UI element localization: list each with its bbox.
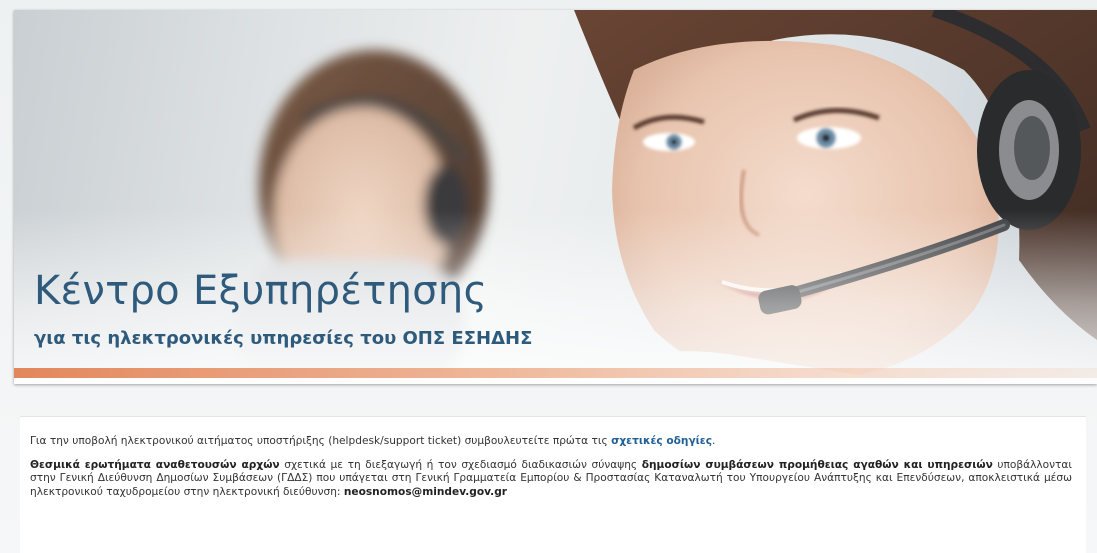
- notice-bold-middle: δημοσίων συμβάσεων προμήθειας αγαθών και…: [641, 458, 993, 471]
- intro-text-end: .: [711, 435, 716, 447]
- intro-text: Για την υποβολή ηλεκτρονικού αιτήματος υ…: [30, 435, 612, 447]
- page-title: Κέντρο Εξυπηρέτησης: [34, 268, 488, 314]
- notice-paragraph: Θεσμικά ερωτήματα αναθετουσών αρχών σχετ…: [30, 459, 1072, 500]
- page-subtitle: για τις ηλεκτρονικές υπηρεσίες του ΟΠΣ Ε…: [34, 328, 533, 349]
- contact-email: neosnomos@mindev.gov.gr: [343, 485, 508, 498]
- accent-stripe: [14, 368, 1097, 378]
- intro-paragraph: Για την υποβολή ηλεκτρονικού αιτήματος υ…: [30, 435, 1072, 449]
- content-panel: Για την υποβολή ηλεκτρονικού αιτήματος υ…: [20, 416, 1086, 553]
- hero-banner: Κέντρο Εξυπηρέτησης για τις ηλεκτρονικές…: [14, 10, 1097, 384]
- notice-text-1: σχετικά με τη διεξαγωγή ή τον σχεδιασμό …: [279, 458, 642, 471]
- guidelines-link[interactable]: σχετικές οδηγίες: [611, 435, 712, 447]
- notice-bold-lead: Θεσμικά ερωτήματα αναθετουσών αρχών: [30, 458, 280, 471]
